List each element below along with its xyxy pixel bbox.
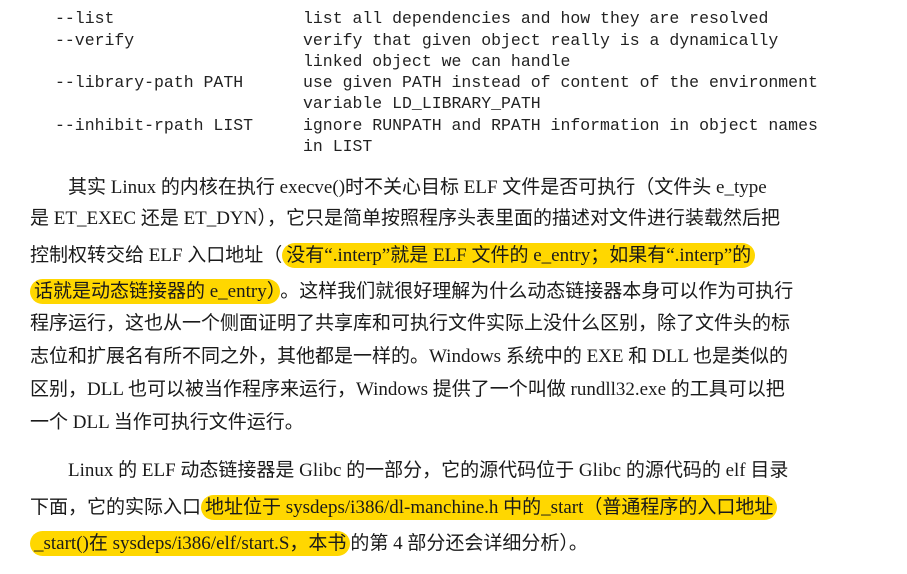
text-line: 区别，DLL 也可以被当作程序来运行，Windows 提供了一个叫做 rundl… <box>30 379 785 400</box>
text-line: 话就是动态链接器的 e_entry） 。这样我们就很好理解为什么动态链接器本身可以… <box>30 276 890 307</box>
text-line: 一个 DLL 当作可执行文件运行。 <box>30 412 304 433</box>
option-desc: verify that given object really is a dyn… <box>303 31 779 50</box>
text-line: 其实 Linux 的内核在执行 execve()时不关心目标 ELF 文件是否可… <box>30 177 767 198</box>
text-line: Linux 的 ELF 动态链接器是 Glibc 的一部分，它的源代码位于 Gl… <box>30 460 789 481</box>
option-desc: list all dependencies and how they are r… <box>303 9 769 28</box>
page: { "options": [ {"name": "--list", "desc"… <box>0 0 907 574</box>
option-desc: use given PATH instead of content of the… <box>303 73 818 92</box>
highlight: _start()在 sysdeps/i386/elf/start.S，本书 <box>30 531 351 556</box>
text-line: 是 ET_EXEC 还是 ET_DYN），它只是简单按照程序头表里面的描述对文件… <box>30 208 780 229</box>
text-line: _start()在 sysdeps/i386/elf/start.S，本书 的第 … <box>30 528 890 559</box>
option-desc: linked object we can handle <box>303 52 571 71</box>
option-desc: variable LD_LIBRARY_PATH <box>303 94 541 113</box>
highlight: 话就是动态链接器的 e_entry） <box>30 279 281 304</box>
text-segment: 控制权转交给 ELF 入口地址（ <box>30 245 283 266</box>
highlight: 地址位于 sysdeps/i386/dl-manchine.h 中的_start… <box>201 495 778 520</box>
text-line: 下面，它的实际入口 地址位于 sysdeps/i386/dl-manchine.h… <box>30 492 890 523</box>
highlight: 没有“.interp”就是 ELF 文件的 e_entry；如果有“.inter… <box>282 243 756 268</box>
text-line: 控制权转交给 ELF 入口地址（ 没有“.interp”就是 ELF 文件的 e_… <box>30 240 890 271</box>
option-name: --list <box>55 9 115 28</box>
text-segment: 的第 4 部分还会详细分析）。 <box>350 533 588 554</box>
option-name: --inhibit-rpath LIST <box>55 116 254 135</box>
option-name: --verify <box>55 31 135 50</box>
option-desc: in LIST <box>303 137 373 156</box>
text-line: 程序运行，这也从一个侧面证明了共享库和可执行文件实际上没什么区别，除了文件头的标 <box>30 313 791 334</box>
text-segment: 。这样我们就很好理解为什么动态链接器本身可以作为可执行 <box>280 281 794 302</box>
text-line: 志位和扩展名有所不同之外，其他都是一样的。Windows 系统中的 EXE 和 … <box>30 346 788 367</box>
option-desc: ignore RUNPATH and RPATH information in … <box>303 116 818 135</box>
text-segment: 下面，它的实际入口 <box>30 497 202 518</box>
option-name: --library-path PATH <box>55 73 244 92</box>
